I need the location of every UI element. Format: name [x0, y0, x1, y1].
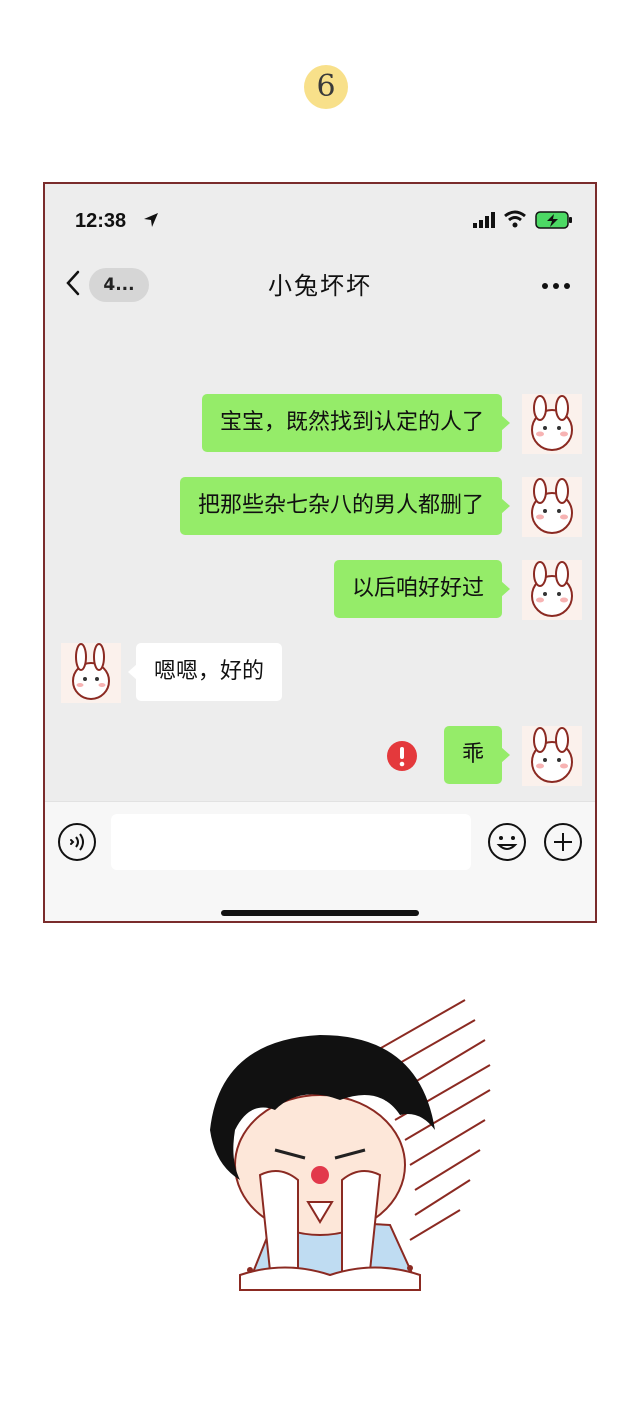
avatar[interactable] — [522, 560, 582, 620]
avatar[interactable] — [522, 394, 582, 454]
message-row: 乖 — [45, 726, 595, 786]
message-row: 以后咱好好过 — [45, 560, 595, 620]
battery-charging-icon — [535, 211, 572, 229]
phone-screenshot: 12:38 4... 小兔坏坏 宝宝，既然找到认定的人了 把那些杂七杂八的男人都… — [43, 182, 597, 923]
outgoing-message-bubble[interactable]: 宝宝，既然找到认定的人了 — [201, 394, 511, 452]
status-time: 12:38 — [75, 210, 127, 232]
plus-icon[interactable] — [543, 822, 583, 862]
chat-header: 4... 小兔坏坏 — [45, 254, 595, 316]
page-number-badge: 6 — [304, 65, 348, 109]
avatar[interactable] — [522, 477, 582, 537]
outgoing-message-bubble[interactable]: 把那些杂七杂八的男人都删了 — [179, 477, 511, 535]
status-bar: 12:38 — [45, 184, 595, 254]
home-indicator — [221, 910, 419, 916]
outgoing-message-bubble[interactable]: 乖 — [443, 726, 511, 784]
message-list: 宝宝，既然找到认定的人了 把那些杂七杂八的男人都删了 以后咱好好过 嗯嗯，好的 — [45, 316, 595, 801]
cellular-signal-icon — [473, 212, 495, 228]
outgoing-message-bubble[interactable]: 以后咱好好过 — [333, 560, 511, 618]
message-row: 宝宝，既然找到认定的人了 — [45, 394, 595, 454]
message-row: 把那些杂七杂八的男人都删了 — [45, 477, 595, 537]
emoji-icon[interactable] — [487, 822, 527, 862]
send-failed-icon[interactable] — [386, 740, 418, 772]
chat-input-bar — [45, 801, 595, 921]
message-row: 嗯嗯，好的 — [45, 643, 595, 703]
voice-icon[interactable] — [57, 822, 97, 862]
message-input[interactable] — [111, 814, 471, 870]
more-dots-icon[interactable] — [541, 282, 571, 290]
avatar[interactable] — [61, 643, 121, 703]
wifi-icon — [504, 210, 526, 228]
avatar[interactable] — [522, 726, 582, 786]
chat-title: 小兔坏坏 — [268, 272, 372, 300]
incoming-message-bubble[interactable]: 嗯嗯，好的 — [127, 643, 283, 701]
crying-boy-cartoon — [210, 999, 491, 1291]
location-arrow-icon — [144, 213, 158, 227]
